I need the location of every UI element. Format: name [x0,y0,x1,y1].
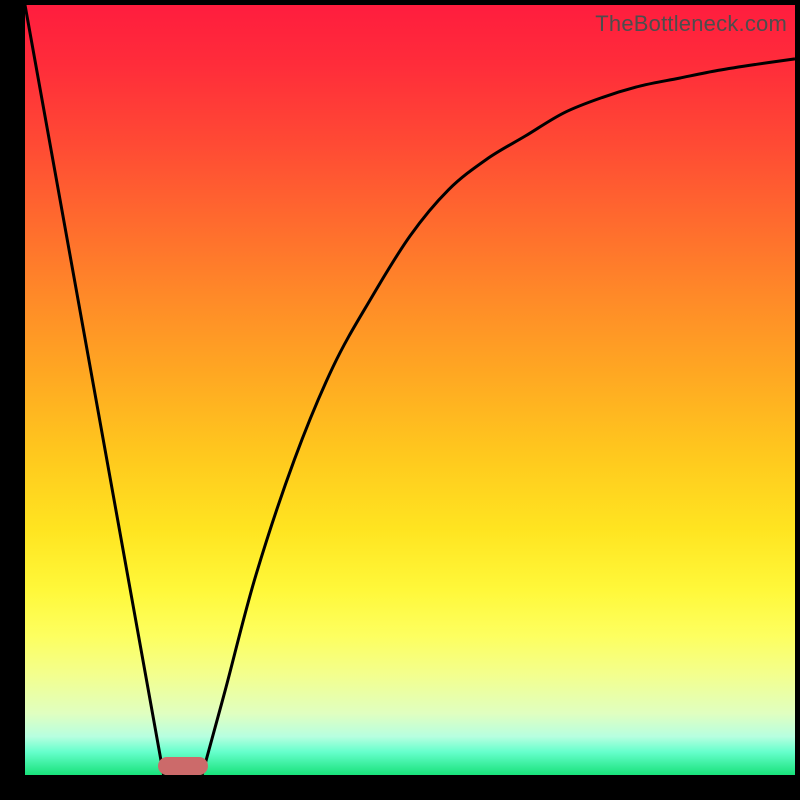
chart-frame: TheBottleneck.com [0,0,800,800]
optimal-marker [158,757,208,775]
curve-svg [25,5,795,775]
bottleneck-curve [25,5,795,775]
plot-area: TheBottleneck.com [25,5,795,775]
